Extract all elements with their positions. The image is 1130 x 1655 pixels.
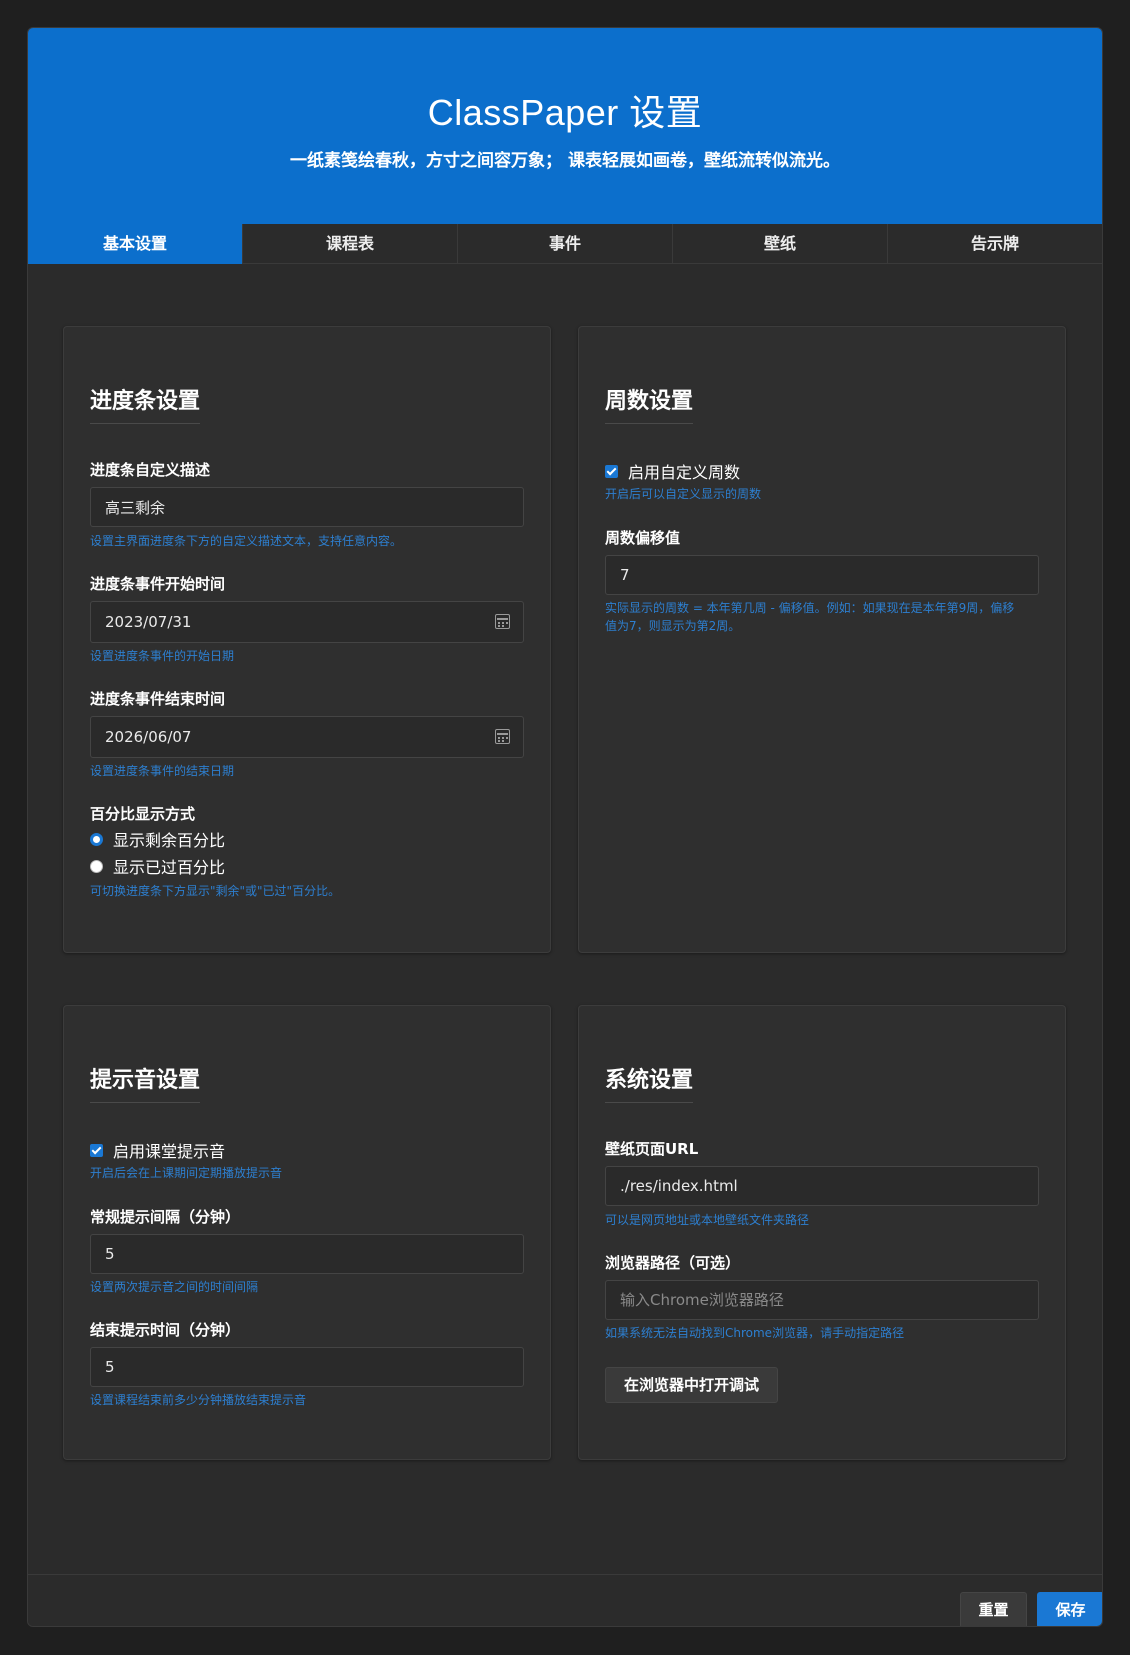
percent-mode-hint: 可切换进度条下方显示"剩余"或"已过"百分比。 [90, 884, 341, 898]
header-banner: ClassPaper 设置 一纸素笺绘春秋，方寸之间容万象； 课表轻展如画卷，壁… [28, 28, 1102, 224]
open-debug-button[interactable]: 在浏览器中打开调试 [605, 1367, 779, 1403]
wallpaper-url-hint: 可以是网页地址或本地壁纸文件夹路径 [605, 1213, 810, 1227]
progress-settings-title: 进度条设置 [90, 383, 201, 424]
system-settings-card: 系统设置 壁纸页面URL 可以是网页地址或本地壁纸文件夹路径 浏览器路径（可选）… [578, 1005, 1066, 1460]
progress-end-date-field[interactable] [90, 716, 524, 758]
class-sound-hint: 开启后会在上课期间定期播放提示音 [90, 1166, 283, 1180]
calendar-icon[interactable] [495, 729, 510, 744]
radio-show-remaining[interactable]: 显示剩余百分比 [90, 827, 225, 851]
progress-start-date-input[interactable] [90, 601, 524, 643]
page-subtitle: 一纸素笺绘春秋，方寸之间容万象； 课表轻展如画卷，壁纸流转似流光。 [290, 151, 840, 171]
custom-week-checkbox[interactable] [605, 464, 618, 478]
week-settings-card: 周数设置 启用自定义周数 开启后可以自定义显示的周数 周数偏移值 实际显示的周数… [578, 326, 1066, 953]
settings-window: ClassPaper 设置 一纸素笺绘春秋，方寸之间容万象； 课表轻展如画卷，壁… [27, 27, 1103, 1627]
tab-noticeboard[interactable]: 告示牌 [888, 224, 1102, 264]
tab-events[interactable]: 事件 [458, 224, 673, 264]
wallpaper-url-input[interactable] [605, 1166, 1039, 1206]
progress-start-hint: 设置进度条事件的开始日期 [90, 649, 235, 663]
custom-week-hint: 开启后可以自定义显示的周数 [605, 487, 762, 501]
progress-desc-input[interactable] [90, 487, 524, 527]
sound-interval-hint: 设置两次提示音之间的时间间隔 [90, 1280, 259, 1294]
custom-week-label: 启用自定义周数 [628, 463, 741, 482]
end-sound-label: 结束提示时间（分钟） [90, 1321, 241, 1339]
page-title: ClassPaper 设置 [427, 92, 703, 133]
tab-schedule[interactable]: 课程表 [243, 224, 458, 264]
progress-desc-hint: 设置主界面进度条下方的自定义描述文本，支持任意内容。 [90, 534, 403, 548]
browser-path-input[interactable] [605, 1280, 1039, 1320]
week-offset-hint: 实际显示的周数 = 本年第几周 - 偏移值。例如：如果现在是本年第9周，偏移值为… [605, 601, 1015, 633]
radio-elapsed-indicator[interactable] [90, 859, 103, 873]
progress-end-label: 进度条事件结束时间 [90, 690, 226, 708]
percent-mode-label: 百分比显示方式 [90, 805, 196, 823]
wallpaper-url-label: 壁纸页面URL [605, 1140, 699, 1158]
save-button[interactable]: 保存 [1037, 1592, 1102, 1626]
end-sound-hint: 设置课程结束前多少分钟播放结束提示音 [90, 1393, 307, 1407]
class-sound-toggle[interactable]: 启用课堂提示音 [90, 1138, 225, 1162]
browser-path-label: 浏览器路径（可选） [605, 1254, 741, 1272]
tab-wallpaper[interactable]: 壁纸 [673, 224, 888, 264]
progress-start-date-field[interactable] [90, 601, 524, 643]
custom-week-toggle[interactable]: 启用自定义周数 [605, 459, 740, 483]
sound-settings-title: 提示音设置 [90, 1062, 201, 1103]
progress-end-date-input[interactable] [90, 716, 524, 758]
week-offset-input[interactable] [605, 555, 1039, 595]
end-sound-input[interactable] [90, 1347, 524, 1387]
week-offset-label: 周数偏移值 [605, 529, 681, 547]
sound-interval-input[interactable] [90, 1234, 524, 1274]
tab-bar: 基本设置 课程表 事件 壁纸 告示牌 [28, 224, 1102, 264]
class-sound-checkbox[interactable] [90, 1143, 103, 1157]
sound-settings-card: 提示音设置 启用课堂提示音 开启后会在上课期间定期播放提示音 常规提示间隔（分钟… [63, 1005, 551, 1460]
reset-button[interactable]: 重置 [960, 1592, 1027, 1626]
week-settings-title: 周数设置 [605, 383, 694, 424]
footer-bar: 重置 保存 [28, 1574, 1102, 1626]
radio-elapsed-label: 显示已过百分比 [113, 858, 226, 877]
progress-start-label: 进度条事件开始时间 [90, 575, 226, 593]
progress-settings-card: 进度条设置 进度条自定义描述 设置主界面进度条下方的自定义描述文本，支持任意内容… [63, 326, 551, 953]
progress-desc-label: 进度条自定义描述 [90, 461, 211, 479]
browser-path-hint: 如果系统无法自动找到Chrome浏览器，请手动指定路径 [605, 1326, 905, 1340]
radio-remaining-indicator[interactable] [90, 832, 103, 846]
calendar-icon[interactable] [495, 614, 510, 629]
tab-basic-settings[interactable]: 基本设置 [28, 224, 243, 264]
class-sound-label: 启用课堂提示音 [113, 1142, 226, 1161]
progress-end-hint: 设置进度条事件的结束日期 [90, 764, 235, 778]
system-settings-title: 系统设置 [605, 1062, 694, 1103]
radio-show-elapsed[interactable]: 显示已过百分比 [90, 854, 225, 878]
radio-remaining-label: 显示剩余百分比 [113, 831, 226, 850]
sound-interval-label: 常规提示间隔（分钟） [90, 1208, 241, 1226]
